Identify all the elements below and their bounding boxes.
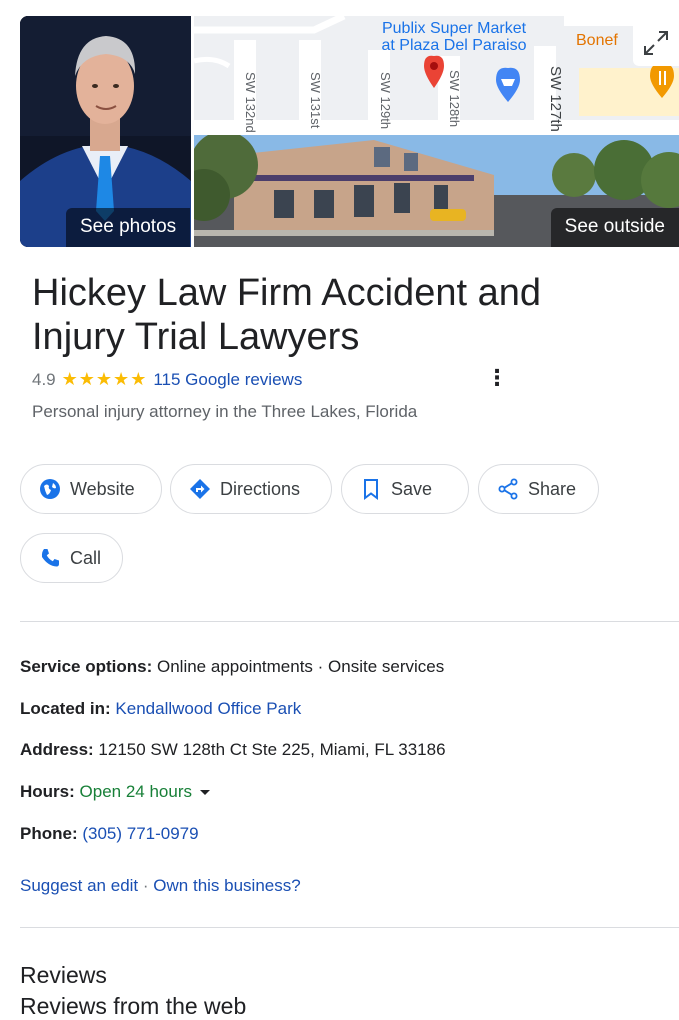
address-label: Address: xyxy=(20,740,94,759)
see-photos-label[interactable]: See photos xyxy=(66,208,191,247)
business-name: Hickey Law Firm Accident and Injury Tria… xyxy=(32,272,541,358)
own-business-link[interactable]: Own this business? xyxy=(153,876,300,895)
reviews-heading: Reviews xyxy=(20,962,107,988)
link-separator: · xyxy=(142,876,149,895)
service-options-row: Service options: Online appointments · O… xyxy=(20,657,444,677)
section-divider xyxy=(20,927,679,928)
map-poi-line2: at Plaza Del Paraiso xyxy=(381,37,527,54)
share-icon xyxy=(498,478,518,500)
map-poi-partial: Bonef xyxy=(576,32,618,49)
edit-links-row: Suggest an edit · Own this business? xyxy=(20,876,301,896)
call-button[interactable]: Call xyxy=(20,533,123,583)
website-label: Website xyxy=(70,478,135,499)
located-in-row: Located in: Kendallwood Office Park xyxy=(20,699,301,719)
directions-icon xyxy=(190,479,210,499)
phone-row: Phone: (305) 771-0979 xyxy=(20,824,199,844)
phone-link[interactable]: (305) 771-0979 xyxy=(82,824,198,843)
bookmark-icon xyxy=(364,479,378,500)
dropdown-caret-icon[interactable] xyxy=(199,787,211,797)
google-reviews-link[interactable]: 115 Google reviews xyxy=(153,370,302,390)
map-poi-line1: Publix Super Market xyxy=(381,20,527,37)
globe-icon xyxy=(40,479,60,499)
hours-row: Hours: Open 24 hours xyxy=(20,782,211,802)
main-photo[interactable]: See photos xyxy=(20,16,191,247)
phone-label: Phone: xyxy=(20,824,78,843)
business-category: Personal injury attorney in the Three La… xyxy=(32,402,418,421)
save-button[interactable]: Save xyxy=(341,464,469,514)
directions-button[interactable]: Directions xyxy=(170,464,332,514)
see-outside-label[interactable]: See outside xyxy=(550,208,679,247)
reviews-subheading: Reviews from the web xyxy=(20,993,247,1019)
suggest-edit-link[interactable]: Suggest an edit xyxy=(20,876,138,895)
located-in-label: Located in: xyxy=(20,699,111,718)
street-label: SW 127th xyxy=(547,66,564,132)
save-label: Save xyxy=(391,478,433,499)
phone-icon xyxy=(41,549,59,567)
rating-value: 4.9 xyxy=(32,369,56,389)
expand-icon xyxy=(644,31,668,55)
street-label: SW 128th xyxy=(447,70,462,128)
hours-value[interactable]: Open 24 hours xyxy=(80,782,192,801)
star-rating-icon: ★★★★★ xyxy=(61,369,148,389)
street-label: SW 131st xyxy=(308,72,323,129)
located-in-link[interactable]: Kendallwood Office Park xyxy=(115,699,301,718)
street-label: SW 129th xyxy=(378,72,393,130)
call-label: Call xyxy=(70,547,102,568)
rating-row: 4.9 ★★★★★ 115 Google reviews xyxy=(32,369,302,390)
expand-map-button[interactable] xyxy=(633,20,679,66)
directions-label: Directions xyxy=(220,478,301,499)
share-label: Share xyxy=(528,478,577,499)
address-value: 12150 SW 128th Ct Ste 225, Miami, FL 331… xyxy=(98,740,446,759)
share-button[interactable]: Share xyxy=(478,464,599,514)
website-button[interactable]: Website xyxy=(20,464,162,514)
more-options-icon[interactable]: ⋮ xyxy=(486,366,508,392)
section-divider xyxy=(20,621,679,622)
address-row: Address: 12150 SW 128th Ct Ste 225, Miam… xyxy=(20,740,446,760)
street-view-thumbnail[interactable]: See outside xyxy=(194,135,679,247)
hours-label: Hours: xyxy=(20,782,75,801)
map-thumbnail[interactable]: Publix Super Market at Plaza Del Paraiso… xyxy=(194,16,679,132)
service-options-value: Online appointments · Onsite services xyxy=(157,657,445,676)
map-poi-label: Publix Super Market at Plaza Del Paraiso xyxy=(354,20,554,54)
street-label: SW 132nd xyxy=(243,72,258,132)
service-options-label: Service options: xyxy=(20,657,153,676)
